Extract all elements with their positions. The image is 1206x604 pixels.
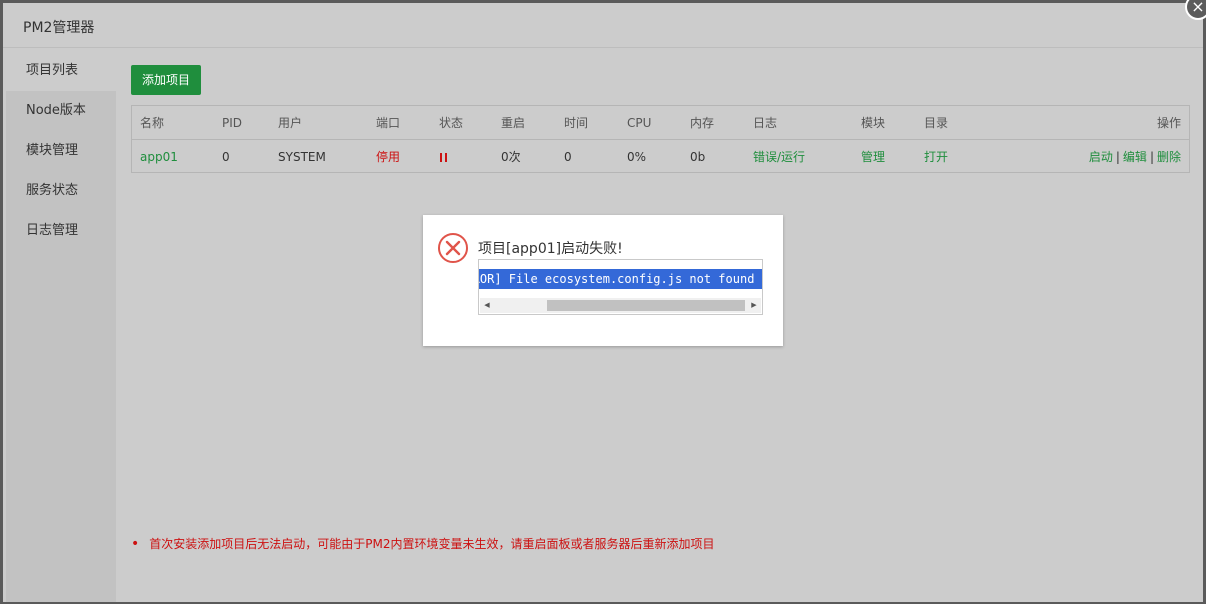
bullet-icon: • [131,536,140,552]
project-port: 停用 [376,150,401,164]
col-module-header: 模块 [861,116,886,130]
project-time: 0 [564,150,572,164]
error-circle-icon [438,233,468,263]
col-log-header: 日志 [753,116,778,130]
col-mem-header: 内存 [690,116,715,130]
table-header-row: 名称 PID 用户 端口 状态 重启 时间 CPU 内存 日志 模块 目录 操作 [132,106,1189,140]
project-mem: 0b [690,150,706,164]
col-port-header: 端口 [376,116,401,130]
sidebar-item-log-manage[interactable]: 日志管理 [6,211,116,251]
col-user-header: 用户 [278,116,303,130]
project-log-link[interactable]: 错误/运行 [753,140,805,174]
ops-separator: | [1115,150,1120,164]
scroll-right-icon[interactable]: ▶ [747,298,761,313]
project-table: 名称 PID 用户 端口 状态 重启 时间 CPU 内存 日志 模块 目录 操作… [131,105,1190,173]
window-title: PM2管理器 [23,20,95,36]
sidebar-item-project-list[interactable]: 项目列表 [6,51,116,91]
sidebar: 项目列表 Node版本 模块管理 服务状态 日志管理 [6,51,116,602]
delete-link[interactable]: 删除 [1157,150,1181,164]
col-ops-header: 操作 [1156,116,1181,130]
error-code-box[interactable]: [ERROR] File ecosystem.config.js not fou… [478,259,763,315]
project-pid: 0 [222,150,230,164]
project-user: SYSTEM [278,150,326,164]
project-name[interactable]: app01 [140,140,178,174]
col-pid-header: PID [222,116,243,130]
window-titlebar: PM2管理器 [3,3,1203,48]
project-module-link[interactable]: 管理 [861,140,885,174]
project-restart: 0次 [501,150,521,164]
col-cpu-header: CPU [627,116,652,130]
error-code-text: [ERROR] File ecosystem.config.js not fou… [478,272,755,286]
col-status-header: 状态 [439,116,464,130]
project-cpu: 0% [627,150,647,164]
ops-separator: | [1149,150,1154,164]
col-name-header: 名称 [140,116,165,130]
horizontal-scrollbar[interactable]: ◀ ▶ [480,298,761,313]
sidebar-item-service-status[interactable]: 服务状态 [6,171,116,211]
error-dialog: 项目[app01]启动失败! [ERROR] File ecosystem.co… [423,215,783,346]
pause-icon [440,153,447,162]
install-note-text: 首次安装添加项目后无法启动，可能由于PM2内置环境变量未生效，请重启面板或者服务… [149,537,715,551]
edit-link[interactable]: 编辑 [1123,150,1147,164]
project-dir-link[interactable]: 打开 [924,140,948,174]
col-restart-header: 重启 [501,116,526,130]
scrollbar-thumb[interactable] [547,300,745,311]
col-dir-header: 目录 [924,116,949,130]
sidebar-item-module-manage[interactable]: 模块管理 [6,131,116,171]
start-link[interactable]: 启动 [1089,150,1113,164]
error-message: 项目[app01]启动失败! [478,241,623,257]
table-row: app01 0 SYSTEM 停用 0次 0 0% 0b 错误/运行 管理 打开… [132,140,1189,174]
project-ops: 启动 | 编辑 | 删除 [1089,140,1181,174]
install-note: • 首次安装添加项目后无法启动，可能由于PM2内置环境变量未生效，请重启面板或者服… [131,535,715,552]
error-code-line: [ERROR] File ecosystem.config.js not fou… [478,269,762,289]
project-status [440,140,447,174]
scroll-left-icon[interactable]: ◀ [480,298,494,313]
sidebar-item-node-version[interactable]: Node版本 [6,91,116,131]
add-project-button[interactable]: 添加项目 [131,65,201,95]
col-time-header: 时间 [564,116,589,130]
